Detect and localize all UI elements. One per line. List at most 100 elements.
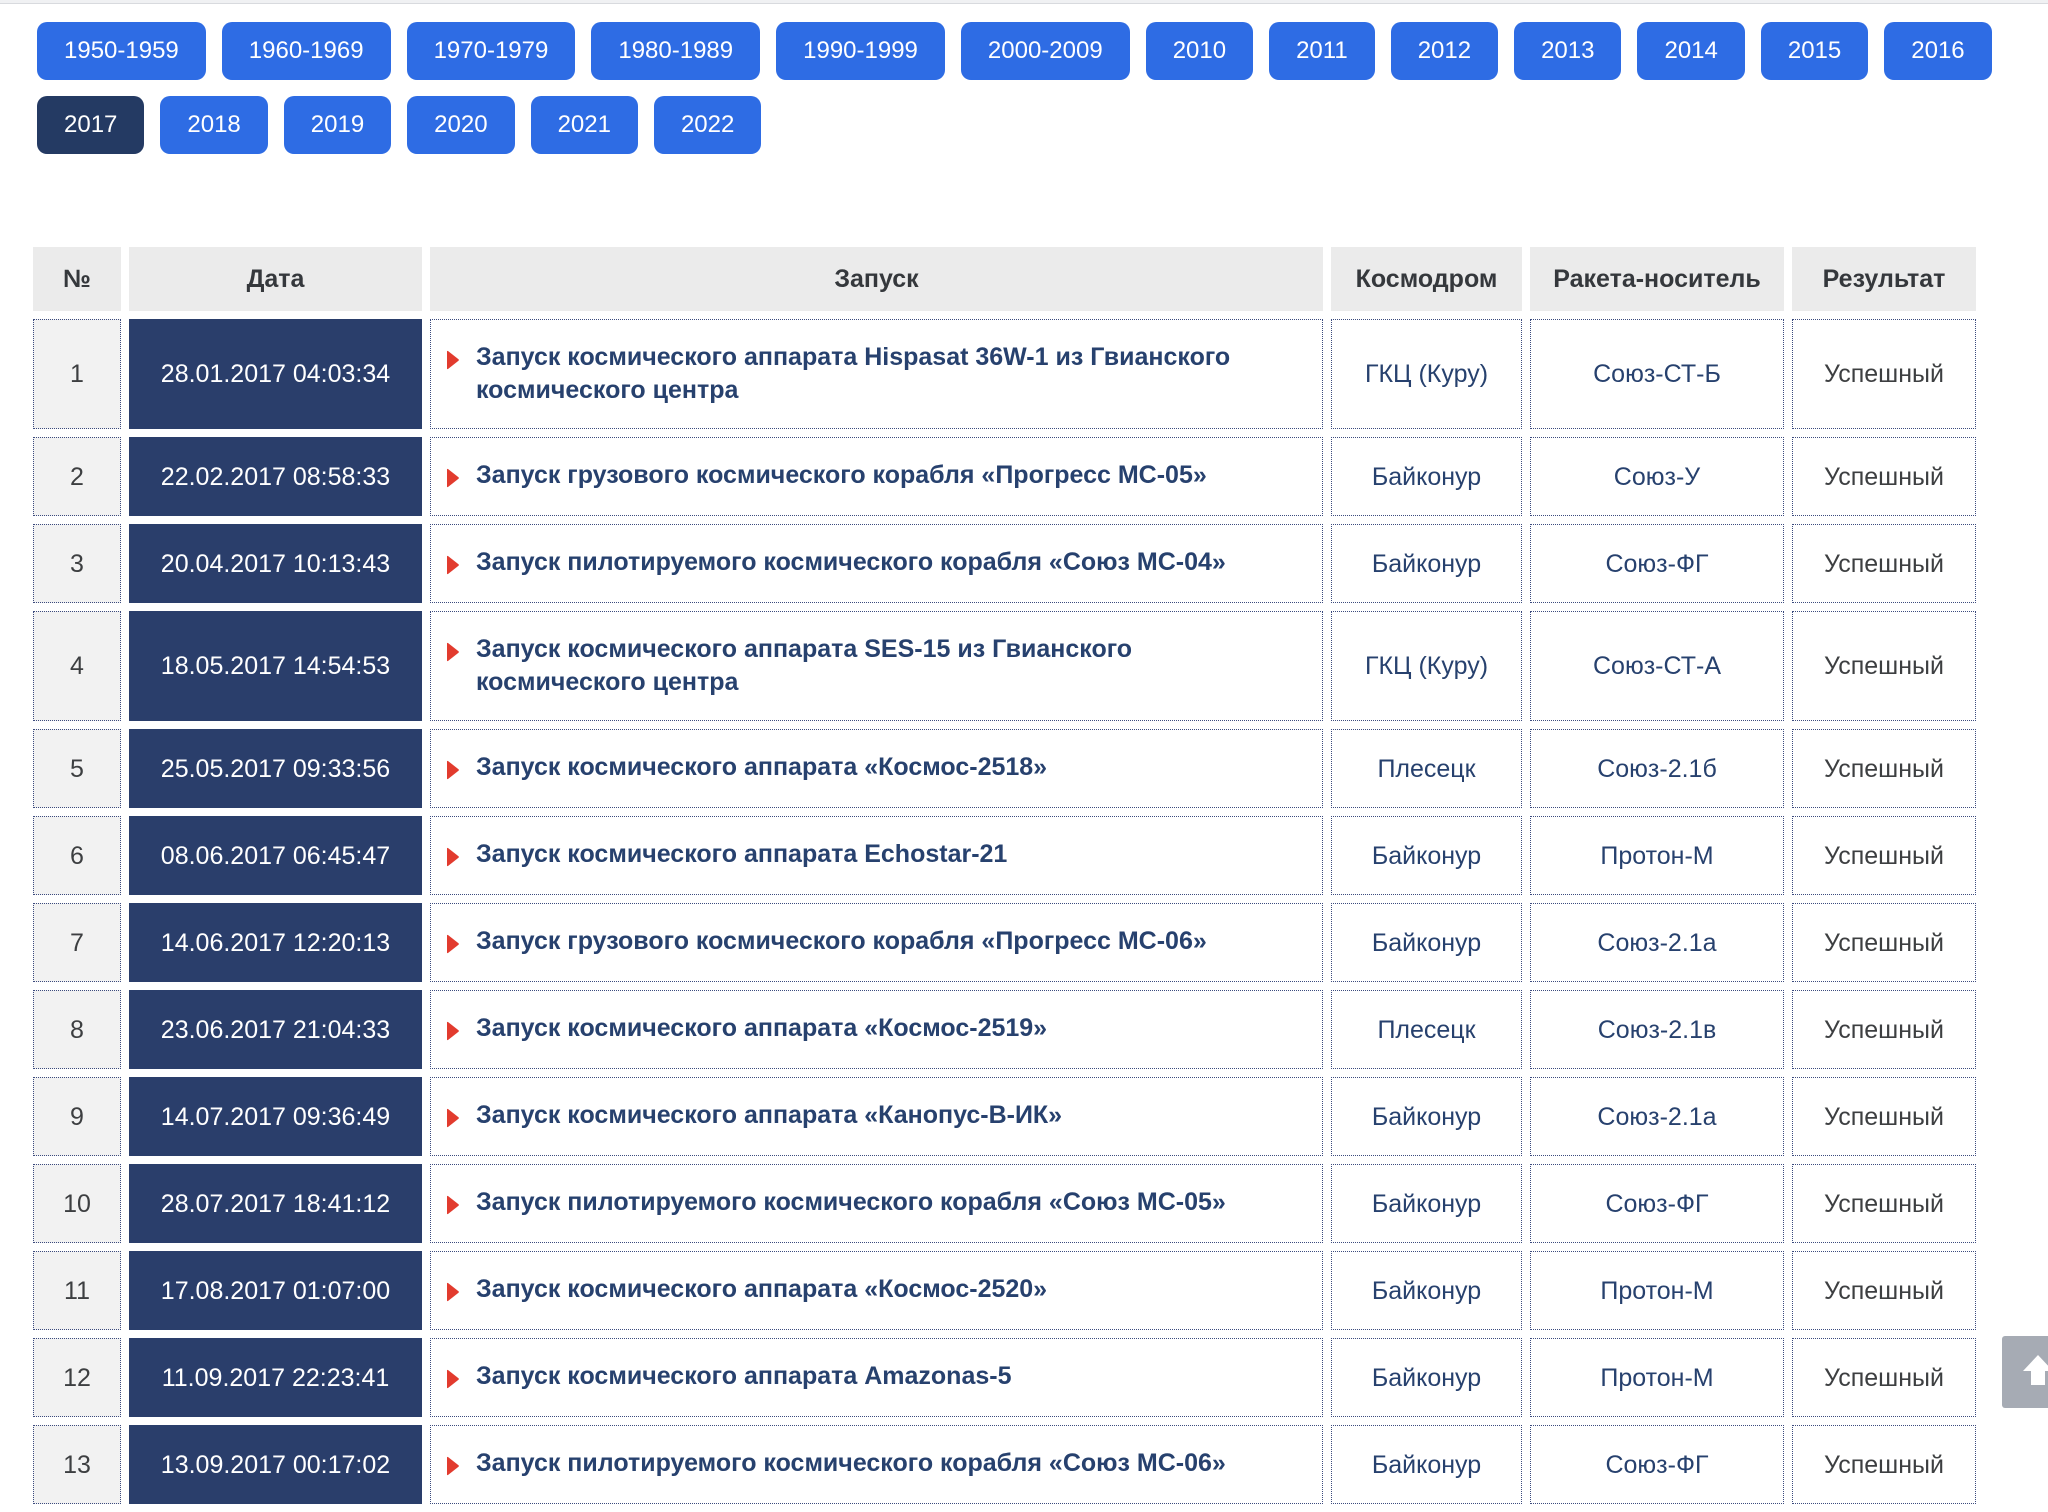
year-button-2016[interactable]: 2016 xyxy=(1884,22,1992,80)
row-number-cell: 13 xyxy=(33,1425,121,1504)
year-button-2000-2009[interactable]: 2000-2009 xyxy=(960,22,1130,80)
table-row: 4 18.05.2017 14:54:53 Запуск космическог… xyxy=(33,611,1976,721)
year-button-1970-1979[interactable]: 1970-1979 xyxy=(406,22,576,80)
launch-title-link[interactable]: Запуск космического аппарата «Космос-251… xyxy=(476,751,1047,784)
row-number-cell: 2 xyxy=(33,437,121,516)
red-play-marker-icon xyxy=(445,758,460,786)
launch-title-link[interactable]: Запуск космического аппарата Echostar-21 xyxy=(476,838,1007,871)
cosmodrome-cell: Байконур xyxy=(1331,1338,1522,1417)
launch-description-cell: Запуск пилотируемого космического корабл… xyxy=(430,1164,1323,1243)
cosmodrome-cell: Байконур xyxy=(1331,1251,1522,1330)
launch-title-link[interactable]: Запуск космического аппарата SES-15 из Г… xyxy=(476,633,1132,699)
launch-date-cell: 14.06.2017 12:20:13 xyxy=(129,903,422,982)
table-row: 13 13.09.2017 00:17:02 Запуск пилотируем… xyxy=(33,1425,1976,1504)
year-button-2018[interactable]: 2018 xyxy=(160,96,268,154)
rocket-cell: Союз-СТ-А xyxy=(1530,611,1784,721)
launch-description-cell: Запуск пилотируемого космического корабл… xyxy=(430,524,1323,603)
launch-title-link[interactable]: Запуск космического аппарата «Космос-251… xyxy=(476,1012,1047,1045)
year-button-1950-1959[interactable]: 1950-1959 xyxy=(37,22,206,80)
launch-description-cell: Запуск грузового космического корабля «П… xyxy=(430,437,1323,516)
year-button-2011[interactable]: 2011 xyxy=(1269,22,1375,80)
cosmodrome-cell: ГКЦ (Куру) xyxy=(1331,319,1522,429)
launch-date-cell: 14.07.2017 09:36:49 xyxy=(129,1077,422,1156)
row-number-cell: 7 xyxy=(33,903,121,982)
launch-title-link[interactable]: Запуск пилотируемого космического корабл… xyxy=(476,546,1226,579)
launch-description-cell: Запуск космического аппарата Hispasat 36… xyxy=(430,319,1323,429)
launch-date-cell: 13.09.2017 00:17:02 xyxy=(129,1425,422,1504)
launch-title-link[interactable]: Запуск грузового космического корабля «П… xyxy=(476,925,1207,958)
rocket-cell: Союз-СТ-Б xyxy=(1530,319,1784,429)
row-number-cell: 1 xyxy=(33,319,121,429)
launch-date-cell: 08.06.2017 06:45:47 xyxy=(129,816,422,895)
result-cell: Успешный xyxy=(1792,1251,1976,1330)
launch-description-cell: Запуск космического аппарата «Космос-252… xyxy=(430,1251,1323,1330)
rocket-cell: Союз-2.1а xyxy=(1530,1077,1784,1156)
red-play-marker-icon xyxy=(445,1454,460,1482)
top-divider xyxy=(0,0,2048,4)
year-button-2014[interactable]: 2014 xyxy=(1637,22,1745,80)
column-header: Космодром xyxy=(1331,247,1522,311)
up-arrow-icon xyxy=(2018,1350,2048,1395)
year-button-2021[interactable]: 2021 xyxy=(530,96,638,154)
year-filter-row-1: 1950-1959 1960-1969 1970-1979 1980-1989 1990… xyxy=(37,22,2048,80)
launch-title-link[interactable]: Запуск пилотируемого космического корабл… xyxy=(476,1447,1226,1480)
launch-title-link[interactable]: Запуск пилотируемого космического корабл… xyxy=(476,1186,1226,1219)
row-number-cell: 10 xyxy=(33,1164,121,1243)
row-number-cell: 12 xyxy=(33,1338,121,1417)
red-play-marker-icon xyxy=(445,553,460,581)
year-button-1960-1969[interactable]: 1960-1969 xyxy=(221,22,391,80)
cosmodrome-cell: Байконур xyxy=(1331,903,1522,982)
year-button-2012[interactable]: 2012 xyxy=(1390,22,1499,80)
year-button-2010[interactable]: 2010 xyxy=(1145,22,1254,80)
year-filters: 1950-1959 1960-1969 1970-1979 1980-1989 1990… xyxy=(37,22,2048,154)
red-play-marker-icon xyxy=(445,932,460,960)
launch-title-link[interactable]: Запуск космического аппарата «Космос-252… xyxy=(476,1273,1047,1306)
cosmodrome-cell: ГКЦ (Куру) xyxy=(1331,611,1522,721)
launch-title-link[interactable]: Запуск космического аппарата Hispasat 36… xyxy=(476,341,1230,407)
launch-date-cell: 25.05.2017 09:33:56 xyxy=(129,729,422,808)
rocket-cell: Союз-ФГ xyxy=(1530,1164,1784,1243)
launch-description-cell: Запуск космического аппарата «Канопус-В-… xyxy=(430,1077,1323,1156)
year-button-2022[interactable]: 2022 xyxy=(653,96,762,154)
launch-title-link[interactable]: Запуск космического аппарата Amazonas-5 xyxy=(476,1360,1012,1393)
year-button-2013[interactable]: 2013 xyxy=(1514,22,1622,80)
year-button-1990-1999[interactable]: 1990-1999 xyxy=(776,22,945,80)
launch-date-cell: 22.02.2017 08:58:33 xyxy=(129,437,422,516)
table-row: 6 08.06.2017 06:45:47 Запуск космическог… xyxy=(33,816,1976,895)
scroll-to-top-button[interactable] xyxy=(2002,1336,2048,1408)
red-play-marker-icon xyxy=(445,348,460,376)
table-header-row: № Дата Запуск Космодром Ракета-носитель Резул… xyxy=(33,247,1976,311)
launch-date-cell: 20.04.2017 10:13:43 xyxy=(129,524,422,603)
launch-description-cell: Запуск пилотируемого космического корабл… xyxy=(430,1425,1323,1504)
launch-table: № Дата Запуск Космодром Ракета-носитель Резул… xyxy=(25,239,1984,1512)
result-cell: Успешный xyxy=(1792,611,1976,721)
table-row: 8 23.06.2017 21:04:33 Запуск космическог… xyxy=(33,990,1976,1069)
rocket-cell: Союз-ФГ xyxy=(1530,524,1784,603)
row-number-cell: 9 xyxy=(33,1077,121,1156)
rocket-cell: Протон-М xyxy=(1530,1251,1784,1330)
result-cell: Успешный xyxy=(1792,524,1976,603)
table-row: 3 20.04.2017 10:13:43 Запуск пилотируемо… xyxy=(33,524,1976,603)
rocket-cell: Союз-У xyxy=(1530,437,1784,516)
red-play-marker-icon xyxy=(445,1367,460,1395)
row-number-cell: 5 xyxy=(33,729,121,808)
launch-description-cell: Запуск грузового космического корабля «П… xyxy=(430,903,1323,982)
cosmodrome-cell: Байконур xyxy=(1331,1164,1522,1243)
red-play-marker-icon xyxy=(445,1193,460,1221)
year-button-2017[interactable]: 2017 xyxy=(37,96,145,154)
row-number-cell: 3 xyxy=(33,524,121,603)
result-cell: Успешный xyxy=(1792,903,1976,982)
row-number-cell: 11 xyxy=(33,1251,121,1330)
year-button-2015[interactable]: 2015 xyxy=(1760,22,1869,80)
launch-title-link[interactable]: Запуск космического аппарата «Канопус-В-… xyxy=(476,1099,1062,1132)
rocket-cell: Союз-2.1в xyxy=(1530,990,1784,1069)
rocket-cell: Союз-2.1а xyxy=(1530,903,1784,982)
year-button-1980-1989[interactable]: 1980-1989 xyxy=(591,22,761,80)
launch-date-cell: 11.09.2017 22:23:41 xyxy=(129,1338,422,1417)
year-button-2019[interactable]: 2019 xyxy=(283,96,392,154)
launch-title-link[interactable]: Запуск грузового космического корабля «П… xyxy=(476,459,1207,492)
result-cell: Успешный xyxy=(1792,1164,1976,1243)
rocket-cell: Союз-2.1б xyxy=(1530,729,1784,808)
column-header: Ракета-носитель xyxy=(1530,247,1784,311)
year-button-2020[interactable]: 2020 xyxy=(407,96,515,154)
